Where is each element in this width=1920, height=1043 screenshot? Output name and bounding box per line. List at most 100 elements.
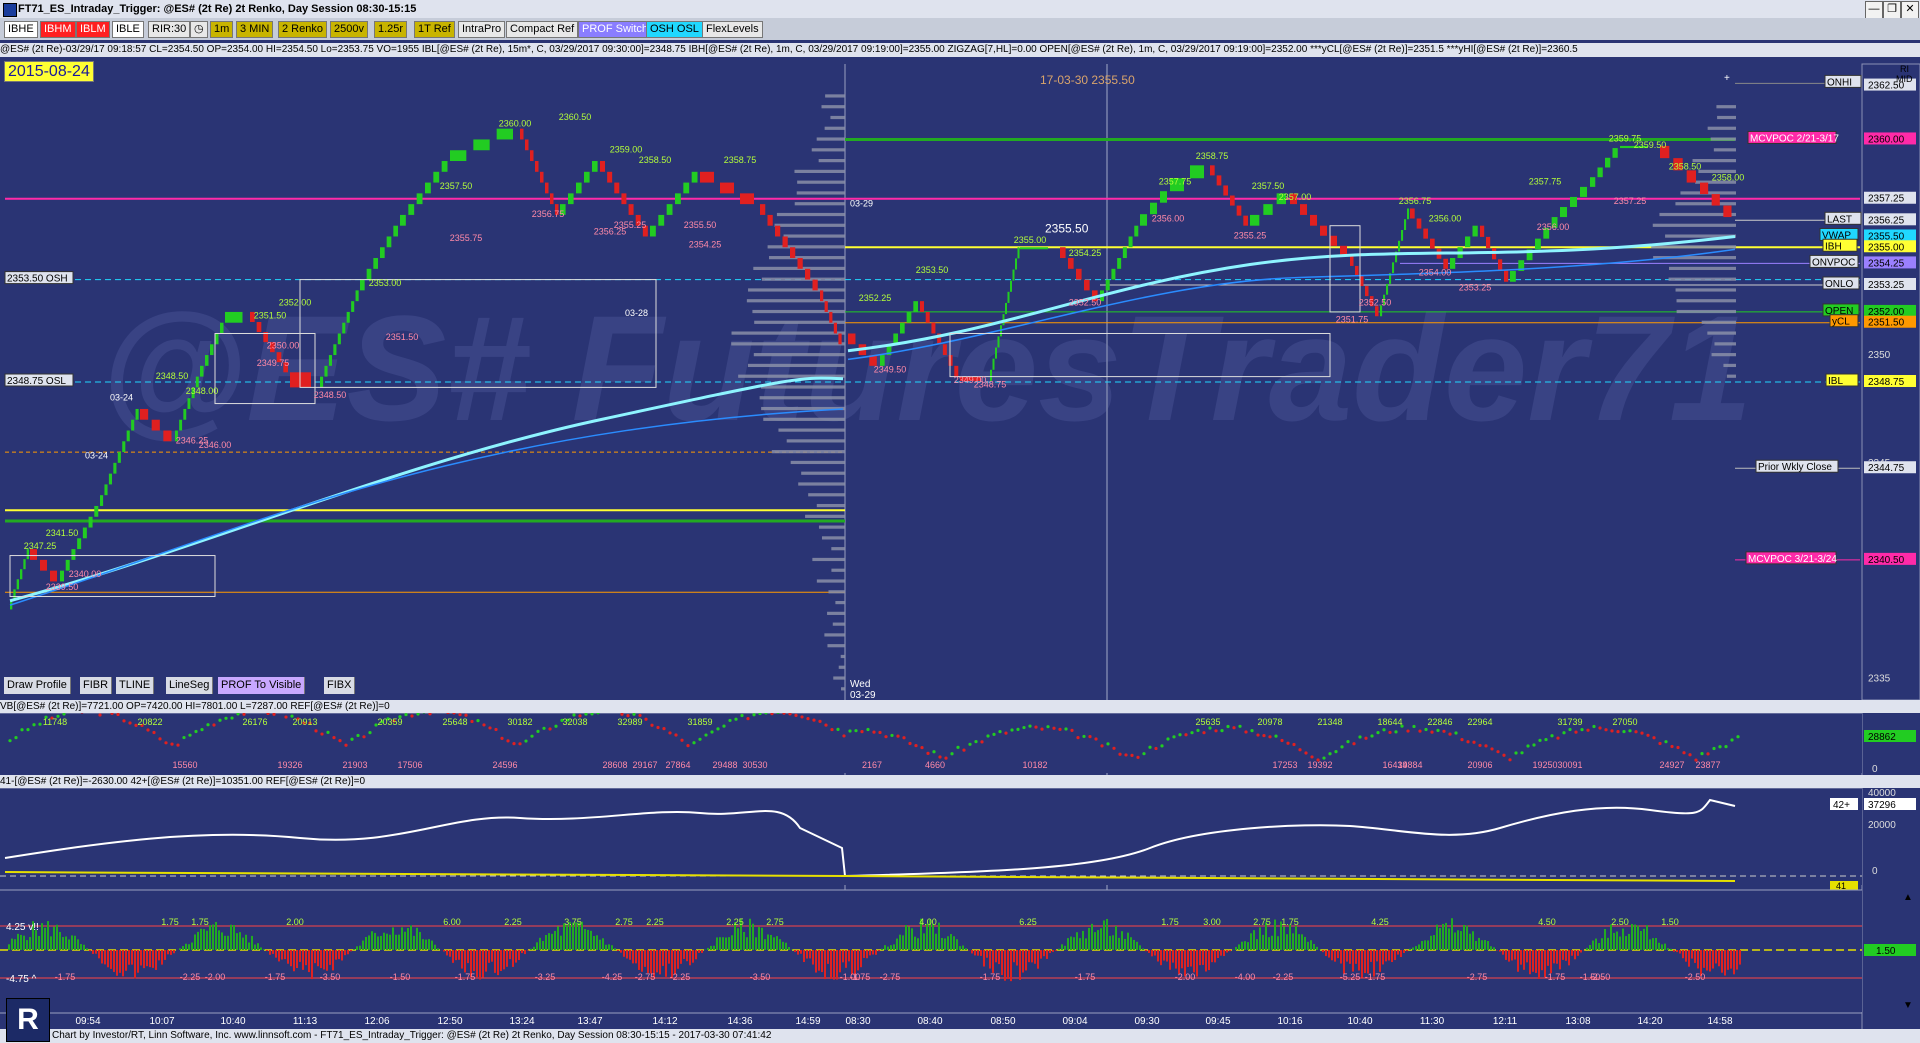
tool-fibr[interactable]: FIBR [80,677,113,694]
volume-dot [242,712,246,716]
close-button[interactable]: ✕ [1901,1,1919,19]
histogram-bar [68,939,70,950]
volume-dot [1046,725,1050,729]
toolbar-button-compact-ref[interactable]: Compact Ref [506,21,579,38]
toolbar-button-flexlevels[interactable]: FlexLevels [702,21,763,38]
histogram-bar [821,950,823,973]
volume-peak-label: 20822 [137,717,162,727]
toolbar-button-ibhm[interactable]: IBHM [40,21,76,38]
histogram-bar [878,950,880,952]
level-label-mcvpoc-3-21-3-24: MCVPOC 3/21-3/24 [1748,554,1837,565]
renko-right-brick-7-0 [1060,247,1066,259]
swing-label: 2356.00 [1537,222,1570,232]
swing-label: 2348.00 [186,386,219,396]
tool-prof-to-visible[interactable]: PROF To Visible [218,677,306,694]
toolbar-button-ible[interactable]: IBLE [112,21,144,38]
renko-right-brick-15-2 [1360,276,1364,287]
tool-lineseg[interactable]: LineSeg [166,677,214,694]
histogram-bar [1433,935,1435,950]
histogram-bar [1718,950,1720,967]
swing-label: 2357.50 [440,181,473,191]
renko-left-brick-4-5 [122,441,126,453]
volume-zero-label: 0 [1872,764,1878,775]
histogram-bar [863,950,865,958]
profile-left-bar-2341 [831,547,845,551]
app-icon [3,3,17,17]
histogram-pos-label: 2.25 [726,917,744,927]
toolbar-button-2500v[interactable]: 2500v [330,21,368,38]
histogram-bar [1541,950,1543,971]
histogram-bar [161,950,163,965]
histogram-bar [62,937,64,950]
profile-right-bar-2354 [1668,266,1736,271]
profile-right-bar-2353.5 [1668,277,1736,281]
restore-button[interactable]: ❐ [1883,1,1901,19]
tool-fibx[interactable]: FIBX [324,677,356,694]
histogram-bar [167,950,169,955]
volume-dot [404,712,408,717]
histogram-pos-label: 2.75 [766,917,784,927]
volume-trough-label: 17253 [1272,760,1297,770]
volume-dot [932,750,936,754]
toolbar-button-2-renko[interactable]: 2 Renko [278,21,327,38]
histogram-bar [1442,923,1444,950]
volume-dot [632,712,636,716]
histogram-bar [605,944,607,950]
histogram-bar [560,935,562,950]
tool-tline[interactable]: TLINE [116,677,155,694]
price-tick-label: 2351.50 [1868,318,1905,329]
volume-dot [806,717,810,721]
minimize-button[interactable]: — [1865,1,1883,19]
volume-dot [14,736,18,740]
histogram-bar [629,950,631,960]
volume-dot [1538,738,1542,742]
volume-value-label: 28862 [1868,732,1896,743]
volume-dot [1364,736,1368,740]
histogram-bar [1337,950,1339,959]
volume-dot [1616,729,1620,734]
level-label-ycl: yCL [1832,317,1850,328]
clock-icon[interactable]: ◷ [190,21,208,38]
volume-dot [20,728,24,732]
chart-area[interactable]: @ES# FuturesTrader71 2360.00 2360.50 2359.0… [0,58,1920,1043]
profile-left-bar-2347 [763,417,845,421]
toolbar-button-iblm[interactable]: IBLM [76,21,110,38]
volume-dot [1568,727,1572,732]
histogram-bar [1118,937,1120,950]
histogram-bar [350,950,352,952]
volume-dot [494,727,498,732]
volume-dot [1244,730,1248,734]
histogram-bar [1295,926,1297,950]
histogram-bar [638,950,640,970]
histogram-bar [1682,950,1684,959]
histogram-pos-label: 2.25 [646,917,664,927]
profile-left-bar-2344.5 [801,471,845,475]
volume-dot [1706,752,1710,756]
tool-draw-profile[interactable]: Draw Profile [4,677,71,694]
volume-dot [878,730,882,735]
histogram-bar [1034,950,1036,964]
toolbar-button-1-25r[interactable]: 1.25r [374,21,408,38]
toolbar-button-rir-30[interactable]: RIR:30 [148,21,191,38]
profile-left-bar-2339.5 [816,579,845,583]
profile-left-bar-2358 [797,180,845,184]
histogram-bar [1364,950,1366,974]
histogram-bar [1370,950,1372,962]
toolbar-button-ibhe[interactable]: IBHE [4,21,38,38]
renko-right-brick-12-0 [1250,214,1260,226]
renko-right-brick-5-1 [992,358,995,370]
renko-right-brick-7-3 [1084,279,1090,291]
toolbar-button-1m[interactable]: 1m [210,21,234,38]
renko-left-brick-17-4 [628,204,634,215]
histogram-bar [35,930,37,950]
histogram-bar [506,950,508,967]
volume-peak-label: 21348 [1317,717,1342,727]
toolbar-button-1t-ref[interactable]: 1T Ref [414,21,455,38]
toolbar-button-3-min[interactable]: 3 MIN [236,21,274,38]
toolbar-button-osh-osl[interactable]: OSH OSL [646,21,703,38]
toolbar-button-prof-switch[interactable]: PROF Switch [578,21,653,38]
toolbar-button-intrapro[interactable]: IntraPro [458,21,506,38]
histogram-bar [1574,950,1576,960]
volume-dot [1004,731,1008,735]
histogram-neg-label: -2.25 [670,972,691,982]
